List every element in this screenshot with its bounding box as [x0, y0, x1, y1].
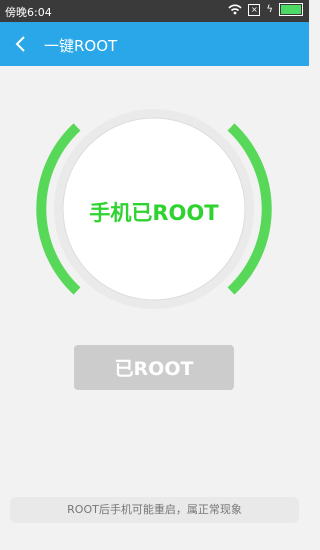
- notice-text: ROOT后手机可能重启，属正常现象: [10, 497, 299, 523]
- back-arrow-icon[interactable]: [12, 33, 30, 55]
- status-icons: × ϟ: [228, 3, 303, 16]
- rooted-button[interactable]: 已ROOT: [74, 345, 234, 390]
- no-sim-icon: ×: [248, 3, 261, 16]
- charging-icon: ϟ: [266, 4, 273, 15]
- title-bar: 一键ROOT: [0, 22, 309, 66]
- wifi-icon: [228, 4, 242, 15]
- battery-icon: [279, 3, 303, 16]
- status-time: 傍晚6:04: [5, 6, 52, 19]
- root-status-text: 手机已ROOT: [89, 201, 219, 225]
- page-title: 一键ROOT: [44, 37, 118, 55]
- root-status-indicator: 手机已ROOT: [34, 104, 274, 314]
- status-bar: 傍晚6:04 × ϟ: [0, 0, 309, 22]
